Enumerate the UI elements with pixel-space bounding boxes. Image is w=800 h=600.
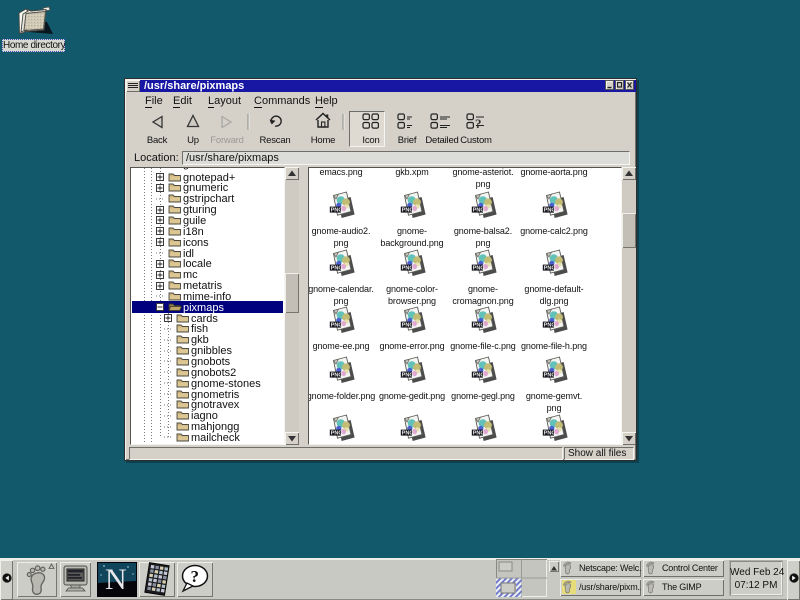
- svg-text:?: ?: [191, 567, 200, 586]
- svg-text:?: ?: [475, 116, 482, 131]
- svg-text:N: N: [105, 563, 127, 596]
